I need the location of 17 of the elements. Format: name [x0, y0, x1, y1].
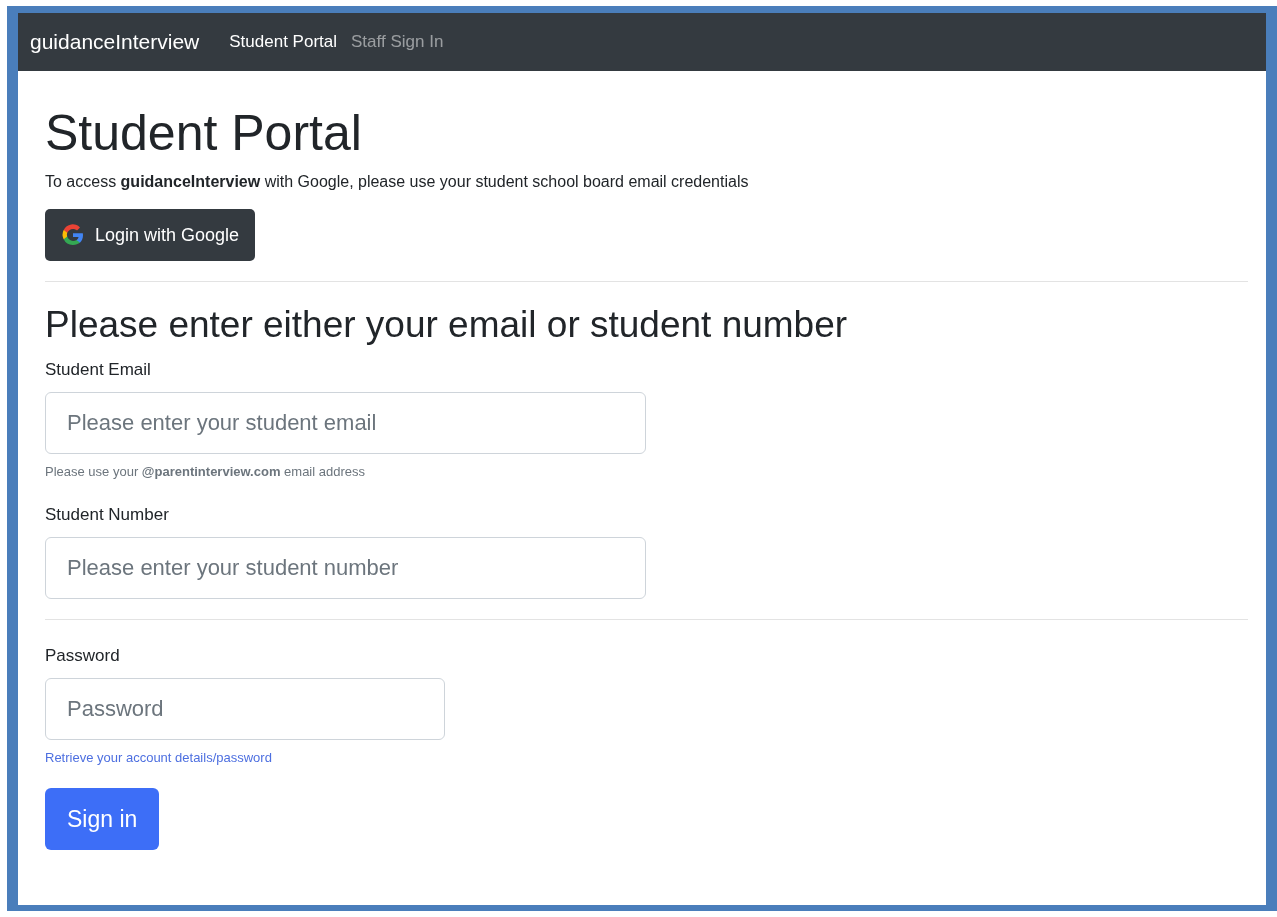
form-heading: Please enter either your email or student number [45, 304, 849, 346]
nav-link[interactable]: Student Portal [229, 32, 338, 52]
sign-in-button[interactable]: Sign in [45, 788, 160, 850]
field-label: Password [45, 646, 121, 666]
page-heading: Student Portal [45, 104, 363, 163]
student-number-field[interactable]: Please enter your student number [45, 537, 646, 599]
field-label: Student Email [45, 360, 152, 380]
intro-text: To access guidanceInterview with Google, please use your student school board email credentials [45, 173, 750, 191]
password-field[interactable]: Password [45, 678, 445, 740]
retrieve-account-link[interactable]: Retrieve your account details/password [45, 750, 272, 765]
google-icon [61, 223, 85, 247]
email-field[interactable]: Please enter your student email [45, 392, 646, 454]
help-text: Please use your @parentinterview.com email address [45, 464, 366, 479]
google-login-button[interactable]: Login with Google [45, 209, 256, 261]
brand-name[interactable]: guidanceInterview [30, 30, 200, 54]
nav-link[interactable]: Staff Sign In [351, 32, 444, 52]
field-label: Student Number [45, 505, 170, 525]
